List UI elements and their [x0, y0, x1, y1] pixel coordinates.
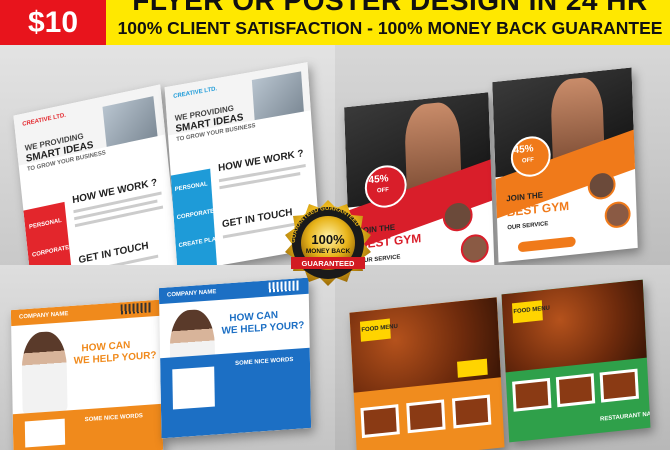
food-flyer-green: FOOD MENU RESTAURANT NAME	[501, 279, 651, 443]
food-flyers-panel: FOOD MENU FOOD MENU RESTAURANT NAME	[335, 265, 670, 450]
discount-percent: 45%	[513, 143, 534, 157]
gym-flyer-orange: 45% OFF JOIN THE BEST GYM OUR SERVICE	[492, 67, 638, 263]
banner-subline: 100% CLIENT SATISFACTION - 100% MONEY BA…	[117, 18, 663, 38]
restaurant-name: RESTAURANT NAME	[599, 410, 651, 423]
money-back-guarantee-seal: GUARANTEED GUARANTEED 100% MONEY BACK GU…	[285, 200, 371, 286]
seal-ribbon: GUARANTEED	[302, 259, 356, 268]
discount-off: OFF	[521, 157, 534, 165]
medical-flyers-panel: COMPANY NAME HOW CAN WE HELP YOUR? SOME …	[0, 265, 335, 450]
discount-off: OFF	[376, 187, 389, 195]
top-banner: $10 FLYER OR POSTER DESIGN IN 24 HR 100%…	[0, 0, 670, 45]
seal-icon: GUARANTEED GUARANTEED 100% MONEY BACK GU…	[285, 200, 371, 286]
our-service: OUR SERVICE	[507, 221, 549, 232]
medical-flyer-blue: COMPANY NAME HOW CAN WE HELP YOUR? SOME …	[158, 277, 312, 439]
banner-headline: FLYER OR POSTER DESIGN IN 24 HR	[132, 0, 648, 16]
medical-flyer-orange: COMPANY NAME HOW CAN WE HELP YOUR? SOME …	[10, 299, 164, 450]
how-we-work-heading: HOW WE WORK ?	[217, 148, 304, 175]
seal-money-back: MONEY BACK	[306, 248, 351, 255]
seal-percent: 100%	[311, 232, 345, 247]
business-flyer-red: CREATIVE LTD. WE PROVIDING SMART IDEAS T…	[13, 84, 181, 265]
price-badge: $10	[0, 0, 106, 45]
discount-percent: 45%	[368, 173, 389, 187]
food-flyer-orange: FOOD MENU	[349, 297, 505, 450]
gym-flyers-panel: 45% OFF JOIN THE BEST GYM OUR SERVICE 45…	[335, 45, 670, 265]
